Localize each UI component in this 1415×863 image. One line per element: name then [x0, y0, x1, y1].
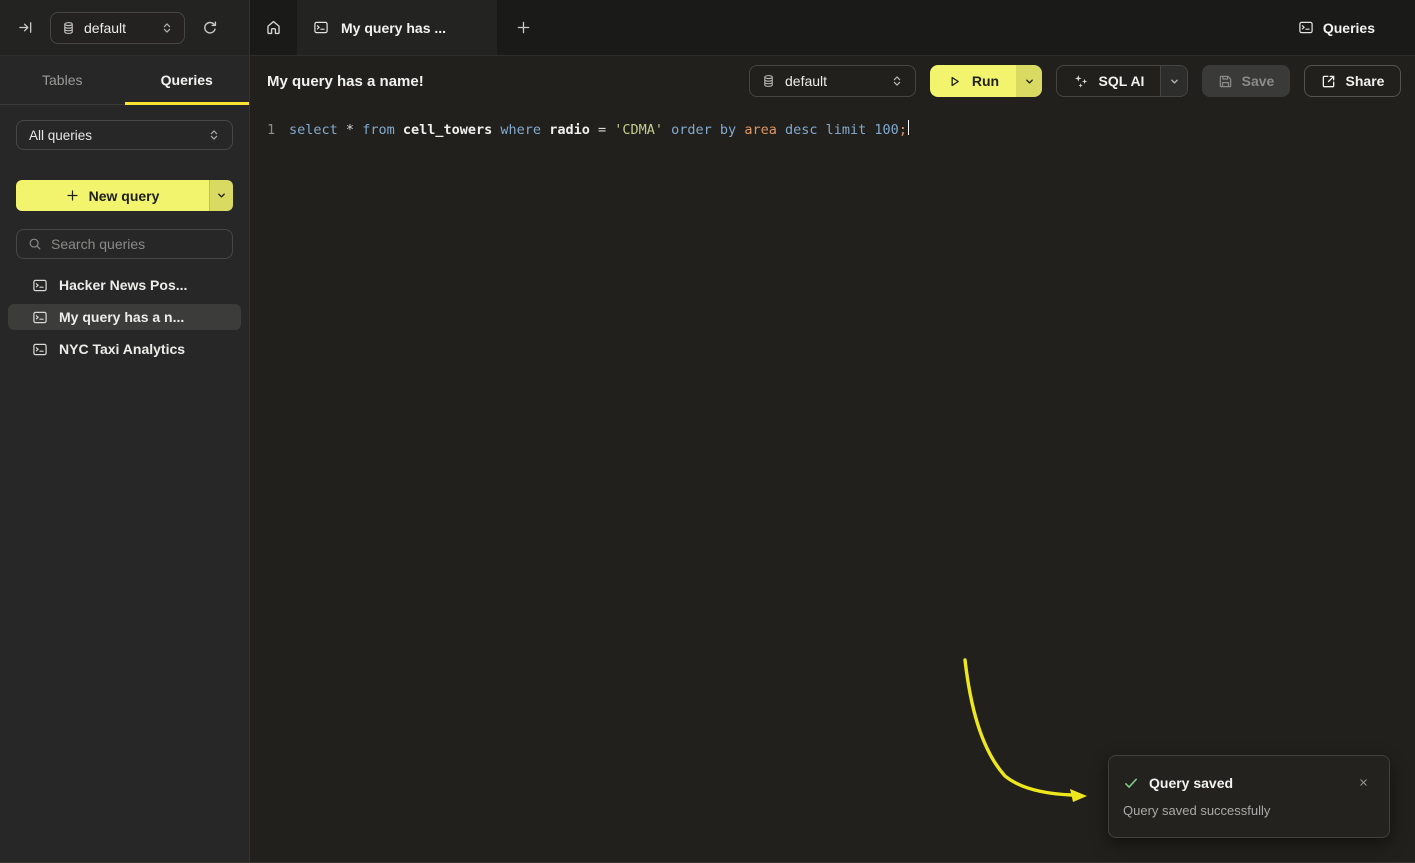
tab-label: My query has ... [341, 20, 446, 36]
query-filter-value: All queries [29, 128, 208, 143]
save-icon [1218, 74, 1233, 89]
new-tab-plus-icon[interactable] [497, 0, 549, 55]
query-item-label: NYC Taxi Analytics [59, 341, 185, 357]
sql-code-line[interactable]: 1 select * from cell_towers where radio … [250, 120, 1415, 140]
query-list-item[interactable]: Hacker News Pos... [8, 272, 241, 298]
share-icon [1321, 74, 1336, 89]
query-filter-select[interactable]: All queries [16, 120, 233, 150]
save-button[interactable]: Save [1202, 65, 1290, 97]
home-icon[interactable] [250, 0, 297, 55]
editor-database-value: default [785, 73, 881, 89]
editor-database-selector[interactable]: default [749, 65, 916, 97]
terminal-icon [32, 278, 48, 293]
sql-ai-dropdown[interactable] [1160, 66, 1187, 96]
terminal-icon [1298, 20, 1314, 35]
sidebar-tab-tables[interactable]: Tables [0, 56, 125, 104]
run-dropdown[interactable] [1016, 65, 1042, 97]
topbar-database-value: default [84, 20, 152, 36]
query-list-item[interactable]: My query has a n... [8, 304, 241, 330]
share-button[interactable]: Share [1304, 65, 1401, 97]
new-query-split-button: New query [16, 180, 233, 211]
close-icon[interactable] [1358, 777, 1369, 788]
editor-header-controls: default Run [749, 65, 1401, 97]
toast-title: Query saved [1149, 775, 1233, 791]
run-label: Run [972, 73, 999, 89]
sql-code-text: select * from cell_towers where radio = … [289, 120, 907, 140]
tab-strip: My query has ... Queries [250, 0, 1415, 55]
search-icon [28, 237, 42, 251]
terminal-icon [313, 20, 329, 35]
chevron-up-down-icon [891, 75, 903, 87]
share-label: Share [1346, 73, 1385, 89]
collapse-sidebar-icon[interactable] [18, 20, 33, 35]
query-item-label: My query has a n... [59, 309, 184, 325]
query-search-input[interactable] [51, 236, 232, 252]
save-label: Save [1242, 73, 1275, 89]
chevron-up-down-icon [161, 22, 173, 34]
terminal-icon [32, 342, 48, 357]
editor-header: My query has a name! default Run [250, 56, 1415, 106]
run-button[interactable]: Run [930, 65, 1016, 97]
toast-header: Query saved [1123, 775, 1375, 791]
sql-ai-button[interactable]: SQL AI [1057, 66, 1160, 96]
toast-query-saved: Query saved Query saved successfully [1108, 755, 1390, 838]
query-item-label: Hacker News Pos... [59, 277, 187, 293]
top-bar: default My query has ... [0, 0, 1415, 56]
top-bar-left: default [0, 0, 250, 55]
sidebar: Tables Queries All queries New query [0, 56, 250, 863]
queries-panel-toggle[interactable]: Queries [1298, 0, 1415, 55]
chevron-down-icon [216, 190, 227, 201]
sidebar-tabs: Tables Queries [0, 56, 249, 105]
refresh-icon[interactable] [202, 20, 218, 36]
query-search-box [16, 229, 233, 259]
sql-console-window: default My query has ... [0, 0, 1415, 863]
new-query-label: New query [89, 188, 160, 204]
database-icon [62, 21, 75, 35]
play-icon [947, 74, 962, 89]
query-title: My query has a name! [267, 73, 424, 90]
sidebar-tab-queries[interactable]: Queries [125, 56, 250, 104]
new-query-dropdown[interactable] [209, 180, 233, 211]
chevron-down-icon [1169, 76, 1180, 87]
queries-panel-label: Queries [1323, 20, 1375, 36]
chevron-down-icon [1024, 76, 1035, 87]
new-query-button[interactable]: New query [16, 180, 209, 211]
sql-ai-split-button: SQL AI [1056, 65, 1188, 97]
text-cursor [908, 120, 910, 135]
terminal-icon [32, 310, 48, 325]
plus-icon [66, 189, 79, 202]
check-icon [1123, 775, 1139, 791]
topbar-database-selector[interactable]: default [50, 12, 185, 44]
query-list: Hacker News Pos... My query has a n... N… [8, 272, 241, 362]
sql-ai-label: SQL AI [1099, 73, 1145, 89]
run-split-button: Run [930, 65, 1042, 97]
query-list-item[interactable]: NYC Taxi Analytics [8, 336, 241, 362]
toast-message: Query saved successfully [1123, 803, 1375, 818]
tab-my-query[interactable]: My query has ... [297, 0, 497, 55]
line-number: 1 [250, 120, 289, 140]
sql-editor[interactable]: 1 select * from cell_towers where radio … [250, 106, 1415, 863]
database-icon [762, 74, 775, 88]
chevron-up-down-icon [208, 129, 220, 141]
sparkles-icon [1073, 73, 1089, 89]
